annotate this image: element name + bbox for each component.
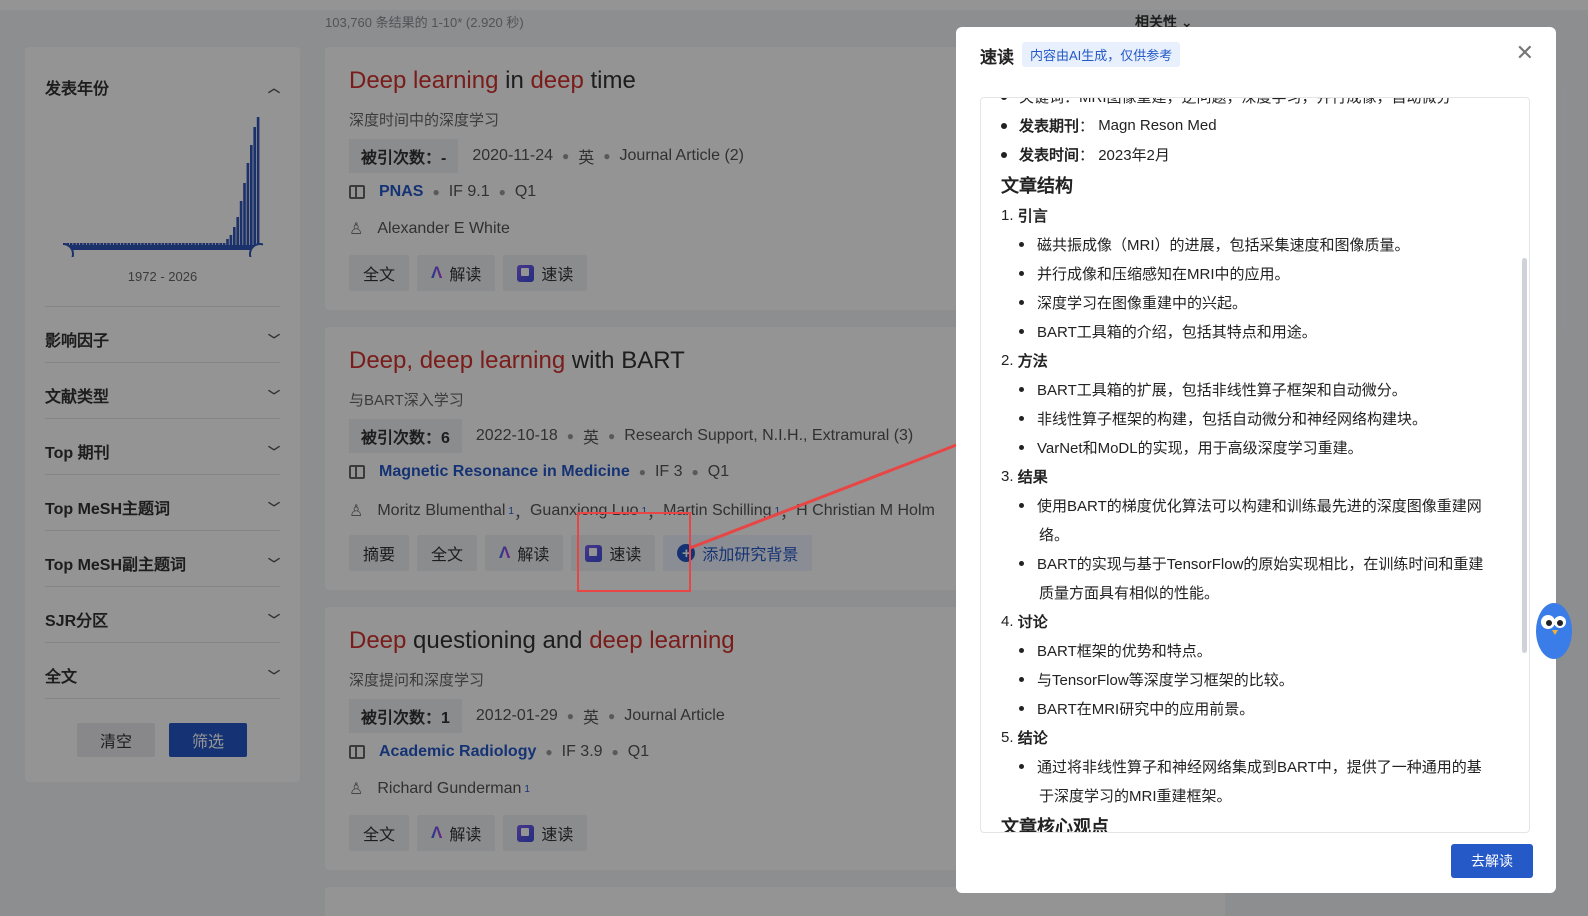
close-icon[interactable]: ✕ bbox=[1516, 40, 1534, 66]
drawer-content[interactable]: 关键词：MRI图像重建，逆问题，深度学习，并行成像，自动微分 发表期刊： Mag… bbox=[980, 97, 1530, 833]
drawer-scrollbar[interactable] bbox=[1522, 258, 1527, 653]
go-interpret-button[interactable]: 去解读 bbox=[1451, 844, 1533, 878]
quick-read-drawer: 速读 内容由AI生成，仅供参考 ✕ 关键词：MRI图像重建，逆问题，深度学习，并… bbox=[956, 27, 1556, 893]
mascot-assistant-icon[interactable] bbox=[1532, 598, 1572, 664]
highlight-box bbox=[577, 512, 691, 592]
page-scrollbar[interactable] bbox=[1562, 85, 1567, 330]
ai-notice-badge: 内容由AI生成，仅供参考 bbox=[1022, 42, 1181, 67]
drawer-title: 速读 bbox=[980, 48, 1014, 67]
